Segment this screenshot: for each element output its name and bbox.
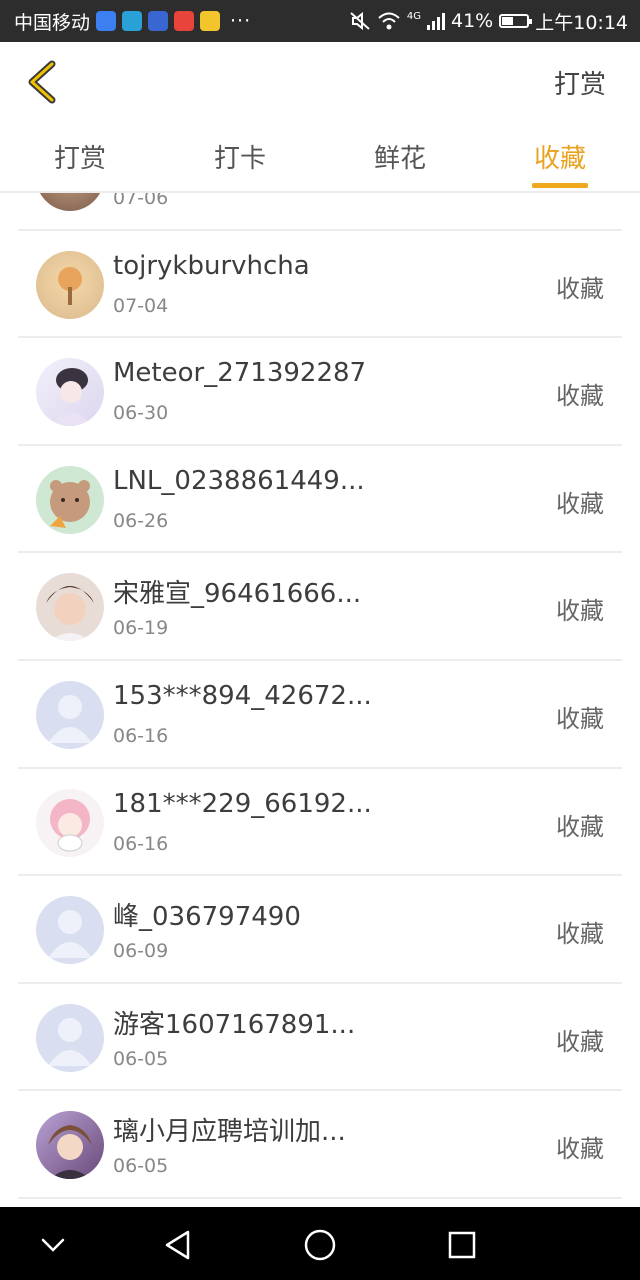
avatar[interactable]	[36, 193, 104, 211]
list-item[interactable]: 181***229_66192... 06-16 收藏	[0, 769, 640, 877]
tab-checkin[interactable]: 打卡	[160, 126, 320, 190]
favorites-list: 07-06 收藏 tojrykburvhcha 07-04 收藏 Meteor_…	[0, 193, 640, 1199]
list-item[interactable]: 宋雅宣_96461666... 06-19 收藏	[0, 553, 640, 661]
nav-hide-button[interactable]	[33, 1225, 73, 1265]
item-date: 06-05	[113, 1155, 169, 1178]
action-label: 收藏	[556, 812, 604, 841]
carrier-label: 中国移动	[14, 11, 91, 34]
tab-label: 鲜花	[373, 144, 426, 174]
list-item[interactable]: LNL_0238861449... 06-26 收藏	[0, 446, 640, 554]
list-item[interactable]: 153***894_42672... 06-16 收藏	[0, 661, 640, 769]
user-name: 峰_036797490	[113, 902, 301, 933]
tab-label: 打赏	[53, 144, 106, 174]
back-triangle-icon	[165, 1230, 190, 1260]
action-label: 收藏	[556, 274, 604, 303]
status-bar-left: 中国移动 ···	[14, 8, 251, 35]
item-date: 06-09	[113, 940, 169, 963]
list-item[interactable]: Meteor_271392287 06-30 收藏	[0, 338, 640, 446]
avatar[interactable]	[36, 680, 104, 749]
nav-recents-button[interactable]	[442, 1225, 482, 1265]
chevron-left-icon	[28, 60, 56, 104]
avatar[interactable]	[36, 358, 104, 427]
status-bar-right: 4G 41% 上午10:14	[349, 8, 628, 35]
list-item[interactable]: 游客1607167891... 06-05 收藏	[0, 984, 640, 1092]
nav-home-button[interactable]	[300, 1225, 340, 1265]
default-user-icon	[48, 910, 92, 959]
avatar[interactable]	[36, 573, 104, 642]
cat-app-icon	[200, 11, 221, 31]
recents-square-icon	[448, 1231, 476, 1259]
tab-reward[interactable]: 打赏	[0, 126, 160, 190]
reward-button[interactable]: 打赏	[554, 64, 606, 101]
item-date: 06-26	[113, 509, 169, 532]
book-app-icon	[122, 11, 143, 31]
action-label: 收藏	[556, 382, 604, 411]
favorites-list-viewport[interactable]: 07-06 收藏 tojrykburvhcha 07-04 收藏 Meteor_…	[0, 193, 640, 1207]
battery-percent: 41%	[451, 10, 494, 32]
list-item[interactable]: 璃小月应聘培训加... 06-05 收藏	[0, 1091, 640, 1199]
user-name: LNL_0238861449...	[113, 465, 365, 496]
chevron-down-icon	[41, 1238, 65, 1252]
header: 打赏	[0, 42, 640, 122]
status-bar: 中国移动 ··· 4G 41% 上午10:14	[0, 0, 640, 42]
tab-label: 打卡	[213, 144, 266, 174]
avatar[interactable]	[36, 250, 104, 319]
user-name: tojrykburvhcha	[113, 250, 310, 281]
avatar[interactable]	[36, 788, 104, 857]
browser-app-icon	[148, 11, 169, 31]
active-tab-indicator	[532, 183, 588, 188]
back-button[interactable]	[24, 58, 64, 106]
action-label: 收藏	[556, 704, 604, 733]
home-circle-icon	[304, 1229, 336, 1261]
tab-favorites[interactable]: 收藏	[480, 126, 640, 190]
list-item[interactable]: 07-06 收藏	[0, 193, 640, 231]
tab-bar: 打赏 打卡 鲜花 收藏	[0, 126, 640, 190]
user-name: 游客1607167891...	[113, 1009, 356, 1040]
clock: 上午10:14	[535, 11, 628, 34]
avatar[interactable]	[36, 1003, 104, 1072]
item-date: 06-16	[113, 724, 169, 747]
action-label: 收藏	[556, 193, 604, 196]
tab-label: 收藏	[533, 144, 586, 174]
mute-icon	[350, 11, 370, 31]
default-user-icon	[48, 1017, 92, 1066]
default-user-icon	[48, 694, 92, 743]
user-name: 璃小月应聘培训加...	[113, 1117, 346, 1148]
baidu-app-icon	[96, 11, 117, 31]
item-date: 06-16	[113, 832, 169, 855]
user-name: 宋雅宣_96461666...	[113, 579, 362, 610]
user-name: 153***894_42672...	[113, 680, 372, 711]
action-label: 收藏	[556, 597, 604, 626]
avatar[interactable]	[36, 465, 104, 534]
action-label: 收藏	[556, 1135, 604, 1164]
item-date: 06-19	[113, 617, 169, 640]
system-nav-bar	[0, 1207, 640, 1280]
item-date: 06-30	[113, 402, 169, 425]
list-item[interactable]: 峰_036797490 06-09 收藏	[0, 876, 640, 984]
user-name: 181***229_66192...	[113, 788, 372, 819]
action-label: 收藏	[556, 489, 604, 518]
wifi-icon	[378, 12, 400, 30]
tab-flowers[interactable]: 鲜花	[320, 126, 480, 190]
list-item[interactable]: tojrykburvhcha 07-04 收藏	[0, 231, 640, 339]
network-type-label: 4G	[406, 11, 421, 22]
item-date: 06-05	[113, 1047, 169, 1070]
avatar[interactable]	[36, 896, 104, 965]
item-date: 07-06	[113, 193, 169, 209]
item-date: 07-04	[113, 294, 169, 317]
avatar[interactable]	[36, 1111, 104, 1180]
action-label: 收藏	[556, 1027, 604, 1056]
user-name: Meteor_271392287	[113, 358, 367, 389]
more-notifications-icon: ···	[230, 10, 252, 32]
signal-icon	[427, 12, 445, 30]
battery-icon	[499, 14, 533, 28]
youku-app-icon	[174, 11, 195, 31]
nav-back-button[interactable]	[158, 1225, 198, 1265]
action-label: 收藏	[556, 920, 604, 949]
